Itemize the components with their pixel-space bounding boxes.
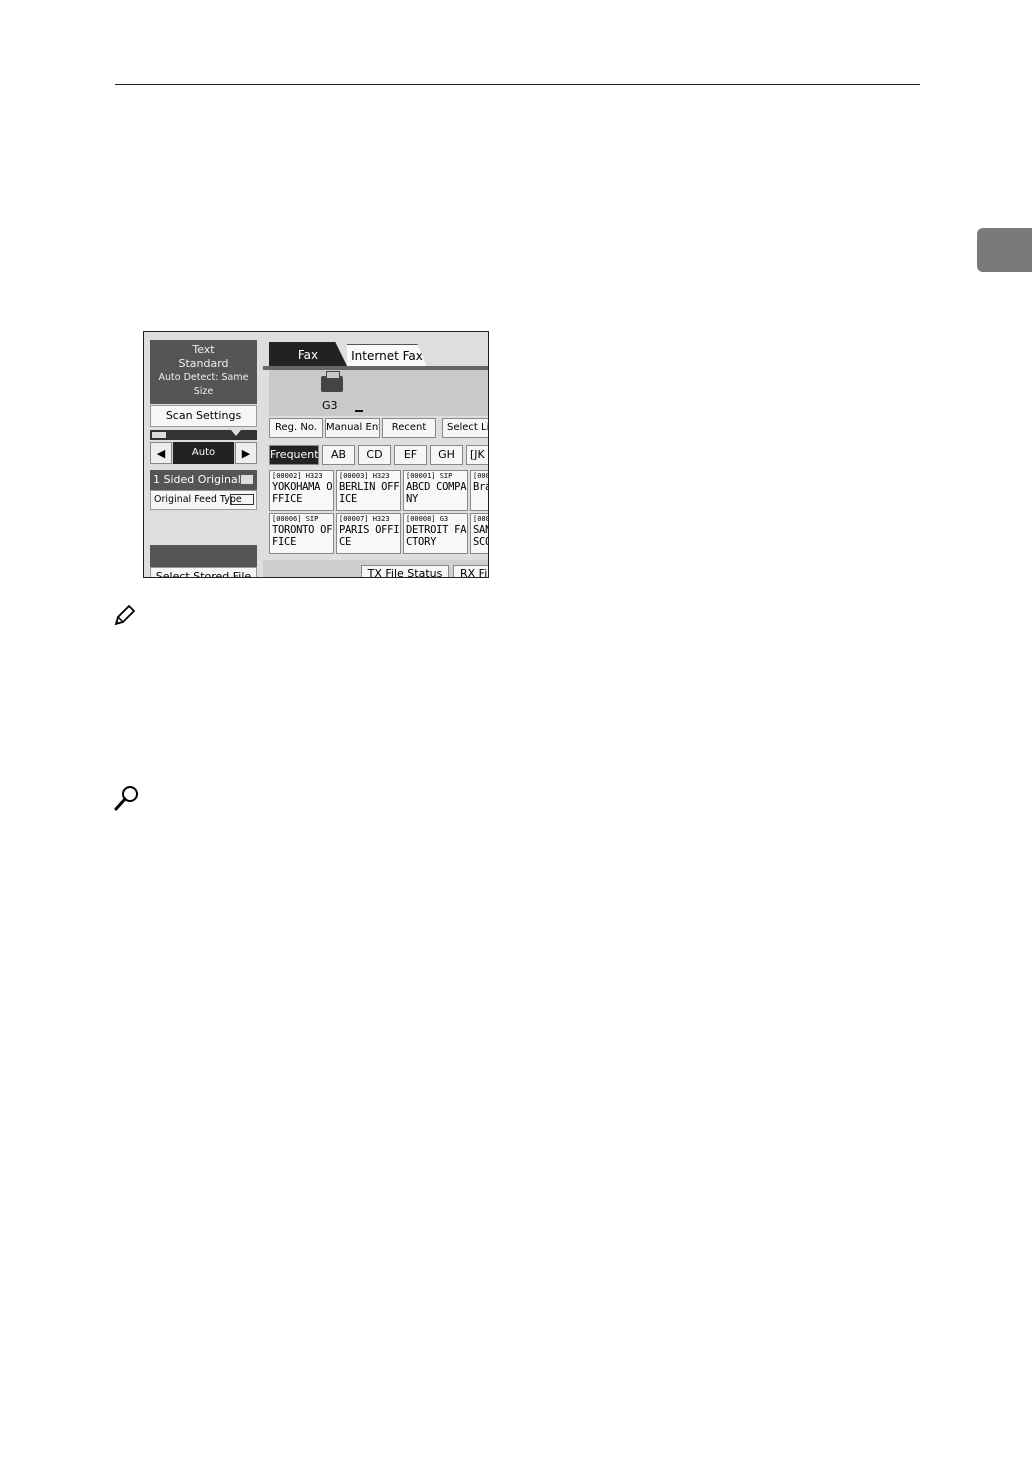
destination-code: [00001] SIP [406, 472, 453, 480]
entry-cursor [355, 410, 363, 412]
destination-button[interactable]: [00008] G3 DETROIT FA CTORY [403, 513, 468, 554]
density-pointer-icon [231, 430, 241, 436]
destination-code: [00002] H323 [272, 472, 323, 480]
tab-frequent[interactable]: Frequent [269, 445, 319, 465]
arrow-left-icon: ◀ [156, 446, 166, 460]
destination-name: BERLIN OFF ICE [339, 481, 400, 505]
feed-type-label: Original Feed Type [154, 494, 242, 505]
sided-original-label: 1 Sided Original [153, 473, 241, 486]
tab-ab[interactable]: AB [322, 445, 355, 465]
transmission-tabs: Fax Internet Fax [269, 342, 488, 367]
destination-button[interactable]: [00003] H323 BERLIN OFF ICE [336, 470, 401, 511]
manual-entry-button[interactable]: Manual Entry [325, 418, 380, 438]
mode-line-1: Text [192, 343, 215, 356]
destination-button[interactable]: [00001] SIP ABCD COMPA NY [403, 470, 468, 511]
feed-orientation-icon [230, 494, 254, 505]
sided-original-button[interactable]: 1 Sided Original [150, 470, 257, 490]
density-controls: ◀ Auto Density ▶ [150, 442, 257, 480]
auto-density-button[interactable]: Auto Density [173, 442, 234, 480]
destination-name: ABCD COMPA NY [406, 481, 467, 505]
select-line-button[interactable]: Select Lin [442, 418, 488, 438]
destination-area: Fax Internet Fax G3 Reg. No. Manual Entr… [263, 332, 489, 577]
destination-name: DETROIT FA CTORY [406, 524, 467, 548]
destination-code: [000 [473, 472, 489, 480]
destination-button[interactable]: [00007] H323 PARIS OFFI CE [336, 513, 401, 554]
destination-code: [000 [473, 515, 489, 523]
tab-internet-fax[interactable]: Internet Fax [347, 344, 427, 367]
destination-code: [00003] H323 [339, 472, 390, 480]
header-rule [115, 84, 920, 85]
destination-button[interactable]: [00006] SIP TORONTO OF FICE [269, 513, 334, 554]
destination-name: SAN SCO [473, 524, 488, 548]
recent-button[interactable]: Recent [382, 418, 436, 438]
destination-code: [00007] H323 [339, 515, 390, 523]
original-feed-type-button[interactable]: Original Feed Type [150, 490, 257, 510]
density-lighter-button[interactable]: ◀ [150, 442, 172, 464]
line-label: G3 [322, 399, 338, 412]
fax-screen-screenshot: Text Standard Auto Detect: Same Size Sca… [143, 331, 489, 578]
rx-file-status-button[interactable]: RX Fi [453, 565, 488, 577]
chapter-tab [977, 228, 1032, 272]
density-level-segment [152, 432, 166, 438]
density-darker-button[interactable]: ▶ [235, 442, 257, 464]
tab-jk[interactable]: [JK [466, 445, 488, 465]
destination-name: YOKOHAMA O FFICE [272, 481, 333, 505]
tab-ef[interactable]: EF [394, 445, 427, 465]
destination-name: TORONTO OF FICE [272, 524, 333, 548]
destination-name: PARIS OFFI CE [339, 524, 400, 548]
destination-entry-panel: G3 [269, 370, 488, 416]
tab-fax[interactable]: Fax [269, 342, 347, 366]
destination-name: Bra [473, 481, 488, 493]
stored-file-panel [150, 545, 257, 567]
destination-code: [00006] SIP [272, 515, 319, 523]
fax-machine-icon [321, 371, 343, 392]
destination-button[interactable]: [00002] H323 YOKOHAMA O FFICE [269, 470, 334, 511]
destination-button[interactable]: [000 Bra [470, 470, 489, 511]
tab-gh[interactable]: GH [430, 445, 463, 465]
tab-cd[interactable]: CD [358, 445, 391, 465]
scan-mode-display[interactable]: Text Standard Auto Detect: Same Size [150, 340, 257, 404]
destination-code: [00008] G3 [406, 515, 449, 523]
note-pencil-icon [114, 604, 136, 626]
arrow-right-icon: ▶ [241, 446, 251, 460]
density-indicator [150, 430, 257, 440]
scan-settings-button[interactable]: Scan Settings [150, 405, 257, 427]
reg-no-button[interactable]: Reg. No. [269, 418, 323, 438]
mode-line-2: Standard [178, 357, 229, 370]
tx-file-status-button[interactable]: TX File Status [361, 565, 449, 577]
original-icon [241, 475, 253, 484]
reference-magnifier-icon [114, 786, 138, 811]
mode-line-3: Auto Detect: Same Size [158, 372, 249, 397]
left-settings-column: Text Standard Auto Detect: Same Size Sca… [150, 340, 257, 510]
select-stored-file-button[interactable]: Select Stored File [150, 567, 257, 577]
destination-button[interactable]: [000 SAN SCO [470, 513, 489, 554]
